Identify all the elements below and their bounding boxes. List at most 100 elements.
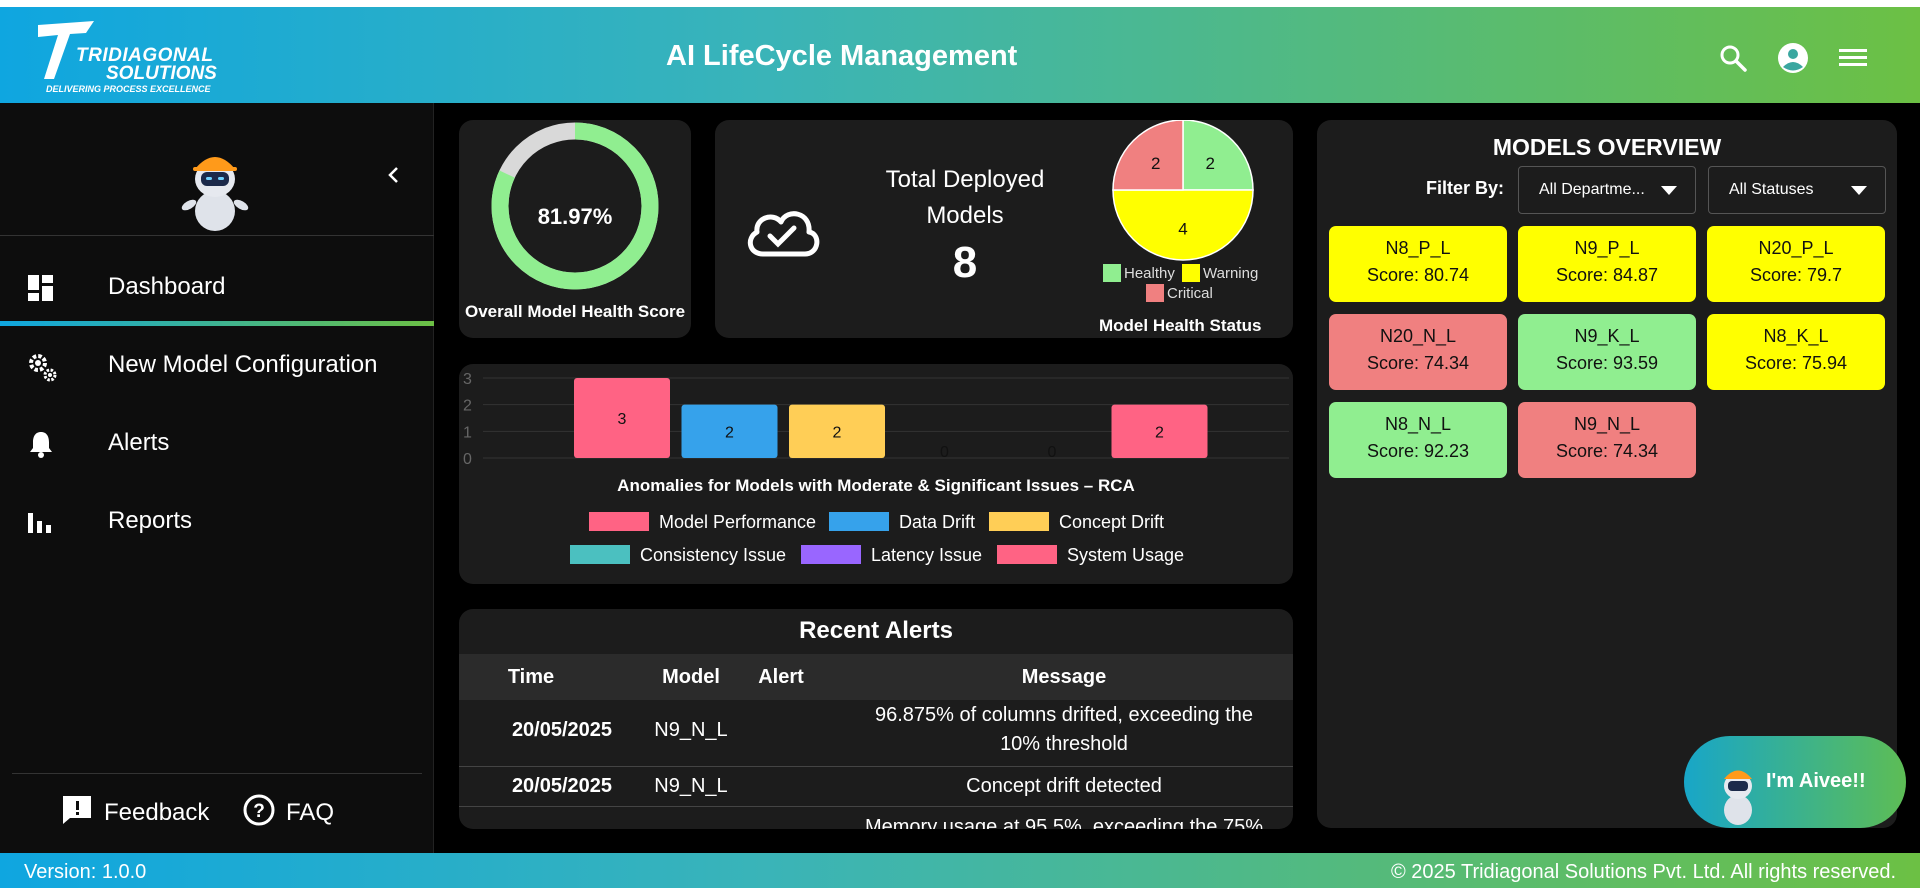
sidebar-footer-divider xyxy=(12,773,422,774)
department-filter-select[interactable]: All Departme... xyxy=(1518,166,1696,214)
recent-alerts-card: Recent Alerts Time Model Alert Message 2… xyxy=(459,609,1293,829)
sidebar-divider xyxy=(0,235,434,236)
legend-item-data-drift[interactable]: Data Drift xyxy=(829,512,975,533)
model-score: Score: 74.34 xyxy=(1555,441,1659,461)
legend-item-system-usage[interactable]: System Usage xyxy=(997,545,1184,566)
y-tick-label: 0 xyxy=(463,451,472,468)
anomalies-chart-card: 0 1 2 3 3 2 2 0 0 2 Anomalies for Models with Mod… xyxy=(459,364,1293,584)
model-name: N8_P_L xyxy=(1385,238,1451,258)
model-tile[interactable]: N9_P_L Score: 84.87 xyxy=(1518,226,1696,302)
legend-item-model-performance[interactable]: Model Performance xyxy=(589,512,816,533)
bar-data-label: 2 xyxy=(1155,424,1164,441)
aivee-label: I'm Aivee!! xyxy=(1766,770,1866,792)
model-tile[interactable]: N8_P_L Score: 80.74 xyxy=(1329,226,1507,302)
model-score: Score: 92.23 xyxy=(1366,441,1470,461)
bar-data-label: 2 xyxy=(833,424,842,441)
alert-model: N9_N_L xyxy=(654,719,728,741)
legend-label: Warning xyxy=(1203,265,1259,282)
model-name: N9_K_L xyxy=(1574,326,1640,346)
recent-alerts-title: Recent Alerts xyxy=(799,617,953,644)
help-circle-icon: ? xyxy=(243,794,275,826)
bar-data-label: 0 xyxy=(940,444,949,461)
health-status-caption: Model Health Status xyxy=(1099,316,1262,335)
filter-label: Filter By: xyxy=(1426,178,1505,198)
deployed-label: Total Deployed Models xyxy=(865,162,1065,234)
bar-data-label: 0 xyxy=(1048,444,1057,461)
company-logo[interactable]: TRIDIAGONAL SOLUTIONS DELIVERING PROCESS… xyxy=(36,17,246,97)
model-tile[interactable]: N9_N_L Score: 74.34 xyxy=(1518,402,1696,478)
legend-item-consistency-issue[interactable]: Consistency Issue xyxy=(570,545,786,566)
sidebar-item-label: Reports xyxy=(108,507,193,534)
dropdown-arrow-icon xyxy=(1661,186,1677,195)
logo-tagline: DELIVERING PROCESS EXCELLENCE xyxy=(46,84,211,94)
active-indicator xyxy=(0,321,434,326)
top-strip xyxy=(0,0,1920,7)
sidebar-item-alerts[interactable]: Alerts xyxy=(0,411,434,473)
model-name: N9_N_L xyxy=(1573,414,1641,434)
sidebar-item-label: Alerts xyxy=(108,429,170,456)
alert-message-line1: 96.875% of columns drifted, exceeding th… xyxy=(874,704,1254,726)
legend-label: Critical xyxy=(1167,285,1213,302)
bar-data-label: 2 xyxy=(725,424,734,441)
deployed-label-line1: Total Deployed xyxy=(885,166,1045,193)
legend-swatch xyxy=(1146,284,1164,302)
faq-link[interactable]: ? FAQ xyxy=(242,793,352,829)
model-name: N20_P_L xyxy=(1758,238,1834,258)
model-name: N8_N_L xyxy=(1384,414,1452,434)
sidebar-item-dashboard[interactable]: Dashboard xyxy=(0,255,434,317)
health-score-card: 81.97% Overall Model Health Score xyxy=(459,120,691,338)
legend-label: Concept Drift xyxy=(1059,512,1165,532)
collapse-sidebar-chevron-icon[interactable] xyxy=(382,163,406,187)
legend-item-concept-drift[interactable]: Concept Drift xyxy=(989,512,1164,533)
account-icon[interactable] xyxy=(1778,43,1808,73)
row-divider xyxy=(459,766,1293,767)
sidebar-item-label: Dashboard xyxy=(108,273,226,300)
model-tile[interactable]: N20_P_L Score: 79.7 xyxy=(1707,226,1885,302)
feedback-label: Feedback xyxy=(104,799,210,826)
legend-warning: Warning xyxy=(1182,264,1258,282)
column-header-alert: Alert xyxy=(758,666,804,688)
aivee-assistant-button[interactable]: I'm Aivee!! xyxy=(1684,736,1906,828)
health-score-value: 81.97% xyxy=(537,204,613,229)
model-name: N20_N_L xyxy=(1379,326,1457,346)
logo-text-line2: SOLUTIONS xyxy=(106,63,217,84)
model-name: N8_K_L xyxy=(1763,326,1829,346)
bar-data-label: 3 xyxy=(618,411,627,428)
model-score: Score: 74.34 xyxy=(1366,353,1470,373)
model-tile[interactable]: N9_K_L Score: 93.59 xyxy=(1518,314,1696,390)
legend-swatch xyxy=(1103,264,1121,282)
model-score: Score: 80.74 xyxy=(1366,265,1470,285)
model-tile[interactable]: N20_N_L Score: 74.34 xyxy=(1329,314,1507,390)
sidebar: Dashboard New Model Configuration Alerts… xyxy=(0,103,434,853)
alert-message: Concept drift detected xyxy=(966,775,1162,797)
legend-critical: Critical xyxy=(1146,284,1213,302)
column-header-model: Model xyxy=(662,666,720,688)
model-score: Score: 75.94 xyxy=(1744,353,1848,373)
legend-label: Model Performance xyxy=(659,512,817,532)
sidebar-item-reports[interactable]: Reports xyxy=(0,489,434,551)
y-tick-label: 3 xyxy=(463,371,472,388)
legend-healthy: Healthy xyxy=(1103,264,1175,282)
pie-slice-healthy xyxy=(1182,120,1254,191)
legend-item-latency-issue[interactable]: Latency Issue xyxy=(801,545,982,566)
sidebar-item-label: New Model Configuration xyxy=(108,351,378,378)
sidebar-item-new-model-configuration[interactable]: New Model Configuration xyxy=(0,333,434,395)
dropdown-arrow-icon xyxy=(1851,186,1867,195)
health-status-pie-chart: 2 4 2 xyxy=(1112,120,1254,261)
pie-slice-critical xyxy=(1112,120,1184,191)
model-tile[interactable]: N8_N_L Score: 92.23 xyxy=(1329,402,1507,478)
pie-data-label: 2 xyxy=(1151,154,1160,173)
gears-icon xyxy=(26,351,58,383)
legend-swatch xyxy=(997,545,1057,564)
version-text: Version: 1.0.0 xyxy=(24,861,147,883)
row-divider xyxy=(459,806,1293,807)
search-icon[interactable] xyxy=(1718,43,1748,73)
model-tile[interactable]: N8_K_L Score: 75.94 xyxy=(1707,314,1885,390)
faq-label: FAQ xyxy=(286,799,335,826)
feedback-link[interactable]: Feedback xyxy=(60,793,220,829)
pie-data-label: 4 xyxy=(1178,220,1187,239)
menu-icon[interactable] xyxy=(1838,43,1868,73)
bar-chart-icon xyxy=(26,507,58,539)
health-score-caption: Overall Model Health Score xyxy=(465,302,686,321)
status-filter-select[interactable]: All Statuses xyxy=(1708,166,1886,214)
